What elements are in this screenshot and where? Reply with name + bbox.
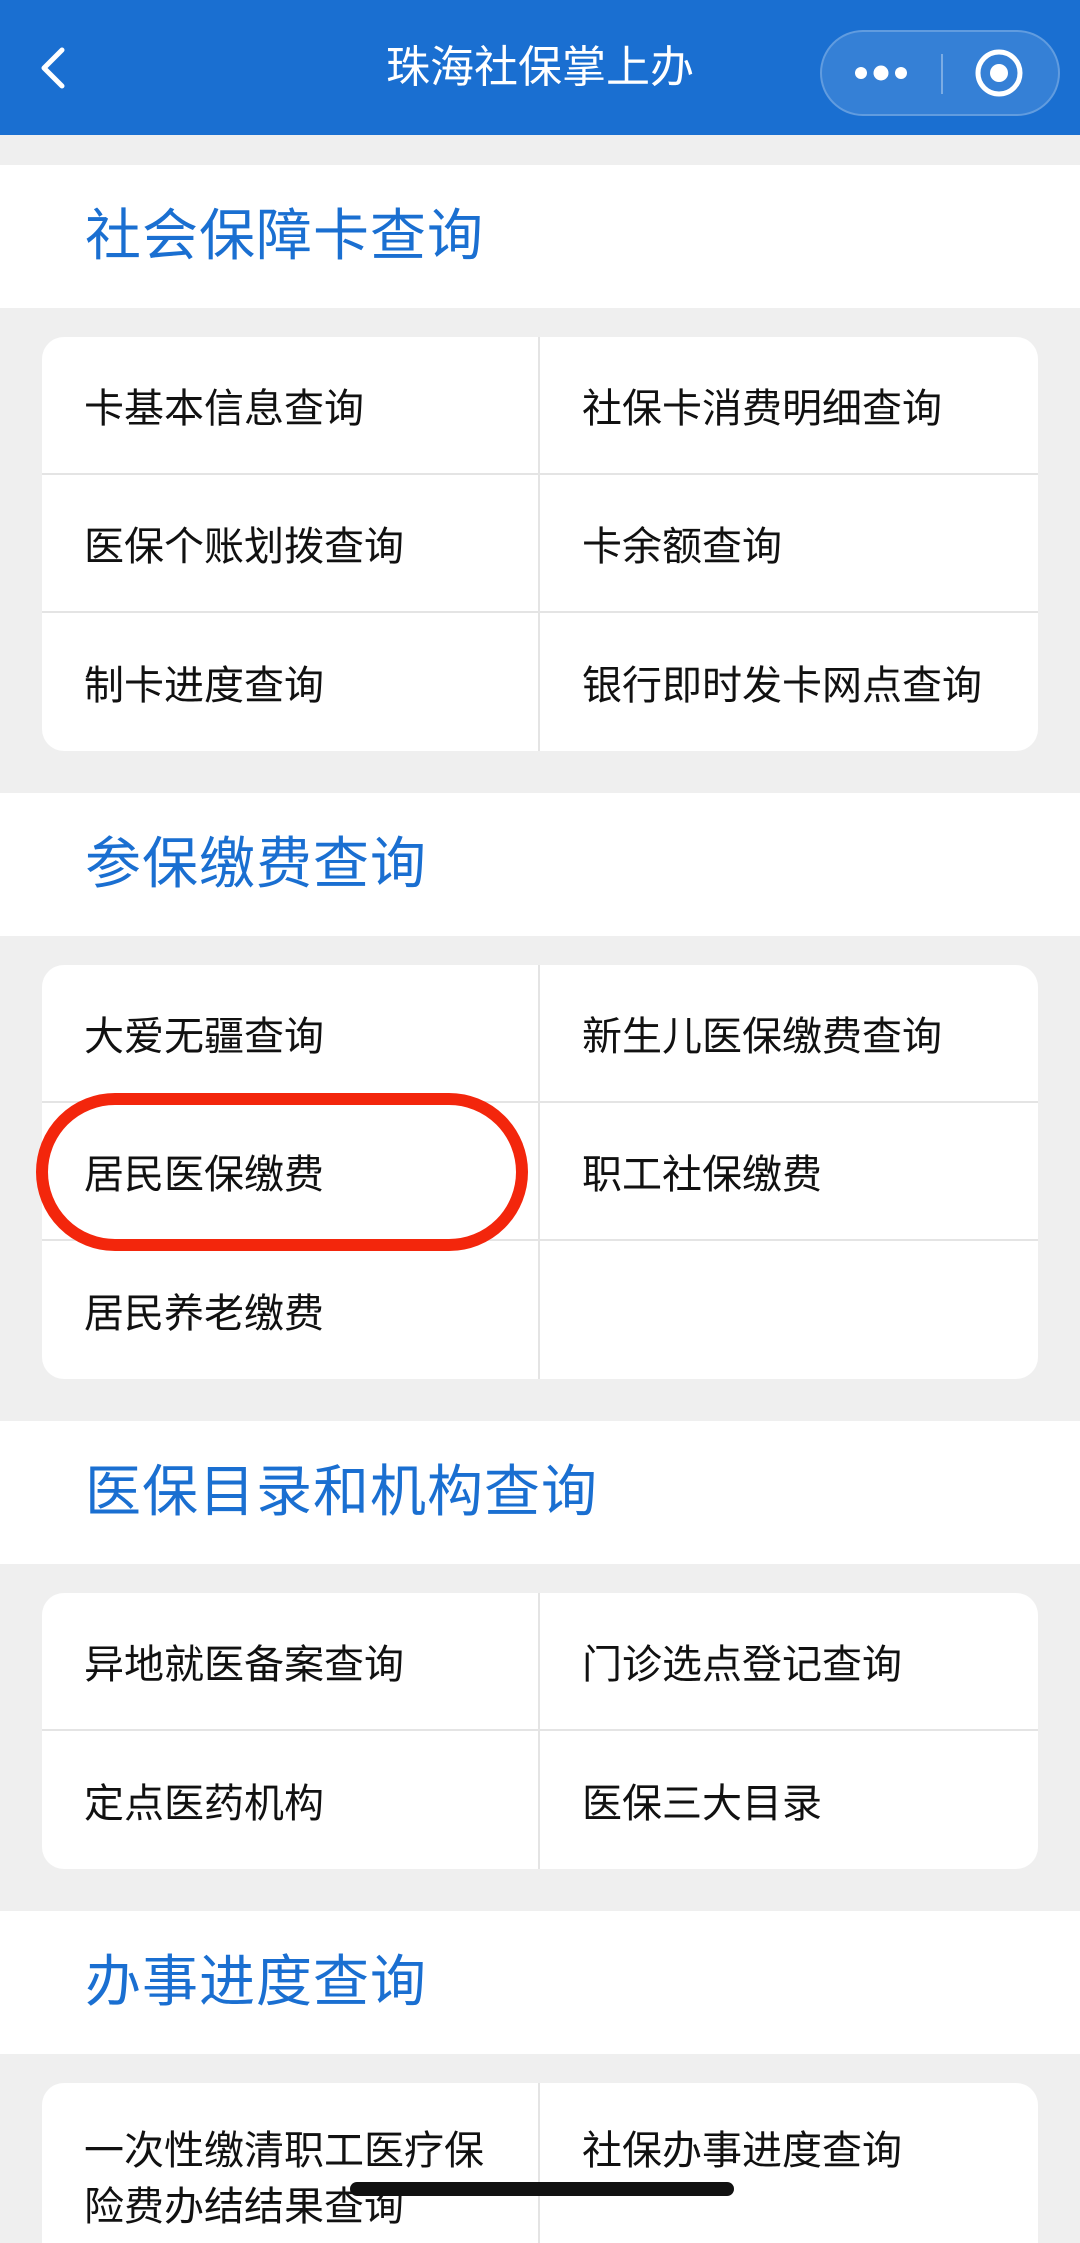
section-header-insurance-payment: 参保缴费查询 (0, 793, 1080, 936)
section-title: 社会保障卡查询 (85, 204, 484, 269)
menu-row: 卡基本信息查询 社保卡消费明细查询 (42, 337, 1038, 475)
menu-item-employee-insurance-payment[interactable]: 职工社保缴费 (540, 1103, 1038, 1239)
navigation-bar: 珠海社保掌上办 (0, 0, 1080, 135)
menu-item-outpatient-registration[interactable]: 门诊选点登记查询 (540, 1593, 1038, 1729)
menu-item-bank-outlets[interactable]: 银行即时发卡网点查询 (540, 613, 1038, 751)
menu-row: 大爱无疆查询 新生儿医保缴费查询 (42, 965, 1038, 1103)
menu-item-card-consumption-detail[interactable]: 社保卡消费明细查询 (540, 337, 1038, 473)
menu-item-card-balance[interactable]: 卡余额查询 (540, 475, 1038, 611)
menu-item-empty (540, 1241, 1038, 1379)
more-button[interactable] (822, 32, 940, 114)
home-indicator (350, 2182, 734, 2196)
menu-item-resident-medical-payment[interactable]: 居民医保缴费 (42, 1103, 540, 1239)
menu-row: 定点医药机构 医保三大目录 (42, 1731, 1038, 1869)
menu-item-service-progress[interactable]: 社保办事进度查询 (540, 2083, 1038, 2243)
menu-row: 制卡进度查询 银行即时发卡网点查询 (42, 613, 1038, 751)
section-header-progress-query: 办事进度查询 (0, 1911, 1080, 2054)
close-mini-program-button[interactable] (940, 32, 1058, 114)
menu-row: 居民医保缴费 职工社保缴费 (42, 1103, 1038, 1241)
menu-card-social-security-card: 卡基本信息查询 社保卡消费明细查询 医保个账划拨查询 卡余额查询 制卡进度查询 … (42, 337, 1038, 751)
capsule-divider (941, 54, 943, 94)
menu-row: 异地就医备案查询 门诊选点登记查询 (42, 1593, 1038, 1731)
menu-row: 居民养老缴费 (42, 1241, 1038, 1379)
menu-item-card-progress[interactable]: 制卡进度查询 (42, 613, 540, 751)
menu-item-resident-pension-payment[interactable]: 居民养老缴费 (42, 1241, 540, 1379)
menu-item-newborn-medical-payment[interactable]: 新生儿医保缴费查询 (540, 965, 1038, 1101)
target-circle-icon (975, 49, 1023, 97)
section-title: 办事进度查询 (85, 1950, 427, 2015)
menu-card-medical-catalog: 异地就医备案查询 门诊选点登记查询 定点医药机构 医保三大目录 (42, 1593, 1038, 1869)
menu-card-progress-query: 一次性缴清职工医疗保险费办结结果查询 社保办事进度查询 (42, 2083, 1038, 2243)
menu-item-one-time-medical-payment-result[interactable]: 一次性缴清职工医疗保险费办结结果查询 (42, 2083, 540, 2243)
menu-card-insurance-payment: 大爱无疆查询 新生儿医保缴费查询 居民医保缴费 职工社保缴费 居民养老缴费 (42, 965, 1038, 1379)
menu-item-designated-institutions[interactable]: 定点医药机构 (42, 1731, 540, 1869)
menu-item-medical-account-transfer[interactable]: 医保个账划拨查询 (42, 475, 540, 611)
chevron-left-icon (41, 47, 65, 89)
section-header-social-security-card: 社会保障卡查询 (0, 165, 1080, 308)
menu-row: 一次性缴清职工医疗保险费办结结果查询 社保办事进度查询 (42, 2083, 1038, 2243)
section-title: 医保目录和机构查询 (85, 1460, 598, 1525)
menu-row: 医保个账划拨查询 卡余额查询 (42, 475, 1038, 613)
menu-item-remote-medical-filing[interactable]: 异地就医备案查询 (42, 1593, 540, 1729)
menu-item-daai-query[interactable]: 大爱无疆查询 (42, 965, 540, 1101)
section-header-medical-catalog: 医保目录和机构查询 (0, 1421, 1080, 1564)
menu-item-card-basic-info[interactable]: 卡基本信息查询 (42, 337, 540, 473)
more-dots-icon (855, 65, 907, 81)
menu-item-medical-catalogs[interactable]: 医保三大目录 (540, 1731, 1038, 1869)
mini-program-capsule (820, 30, 1060, 116)
back-button[interactable] (20, 36, 84, 100)
section-title: 参保缴费查询 (85, 832, 427, 897)
